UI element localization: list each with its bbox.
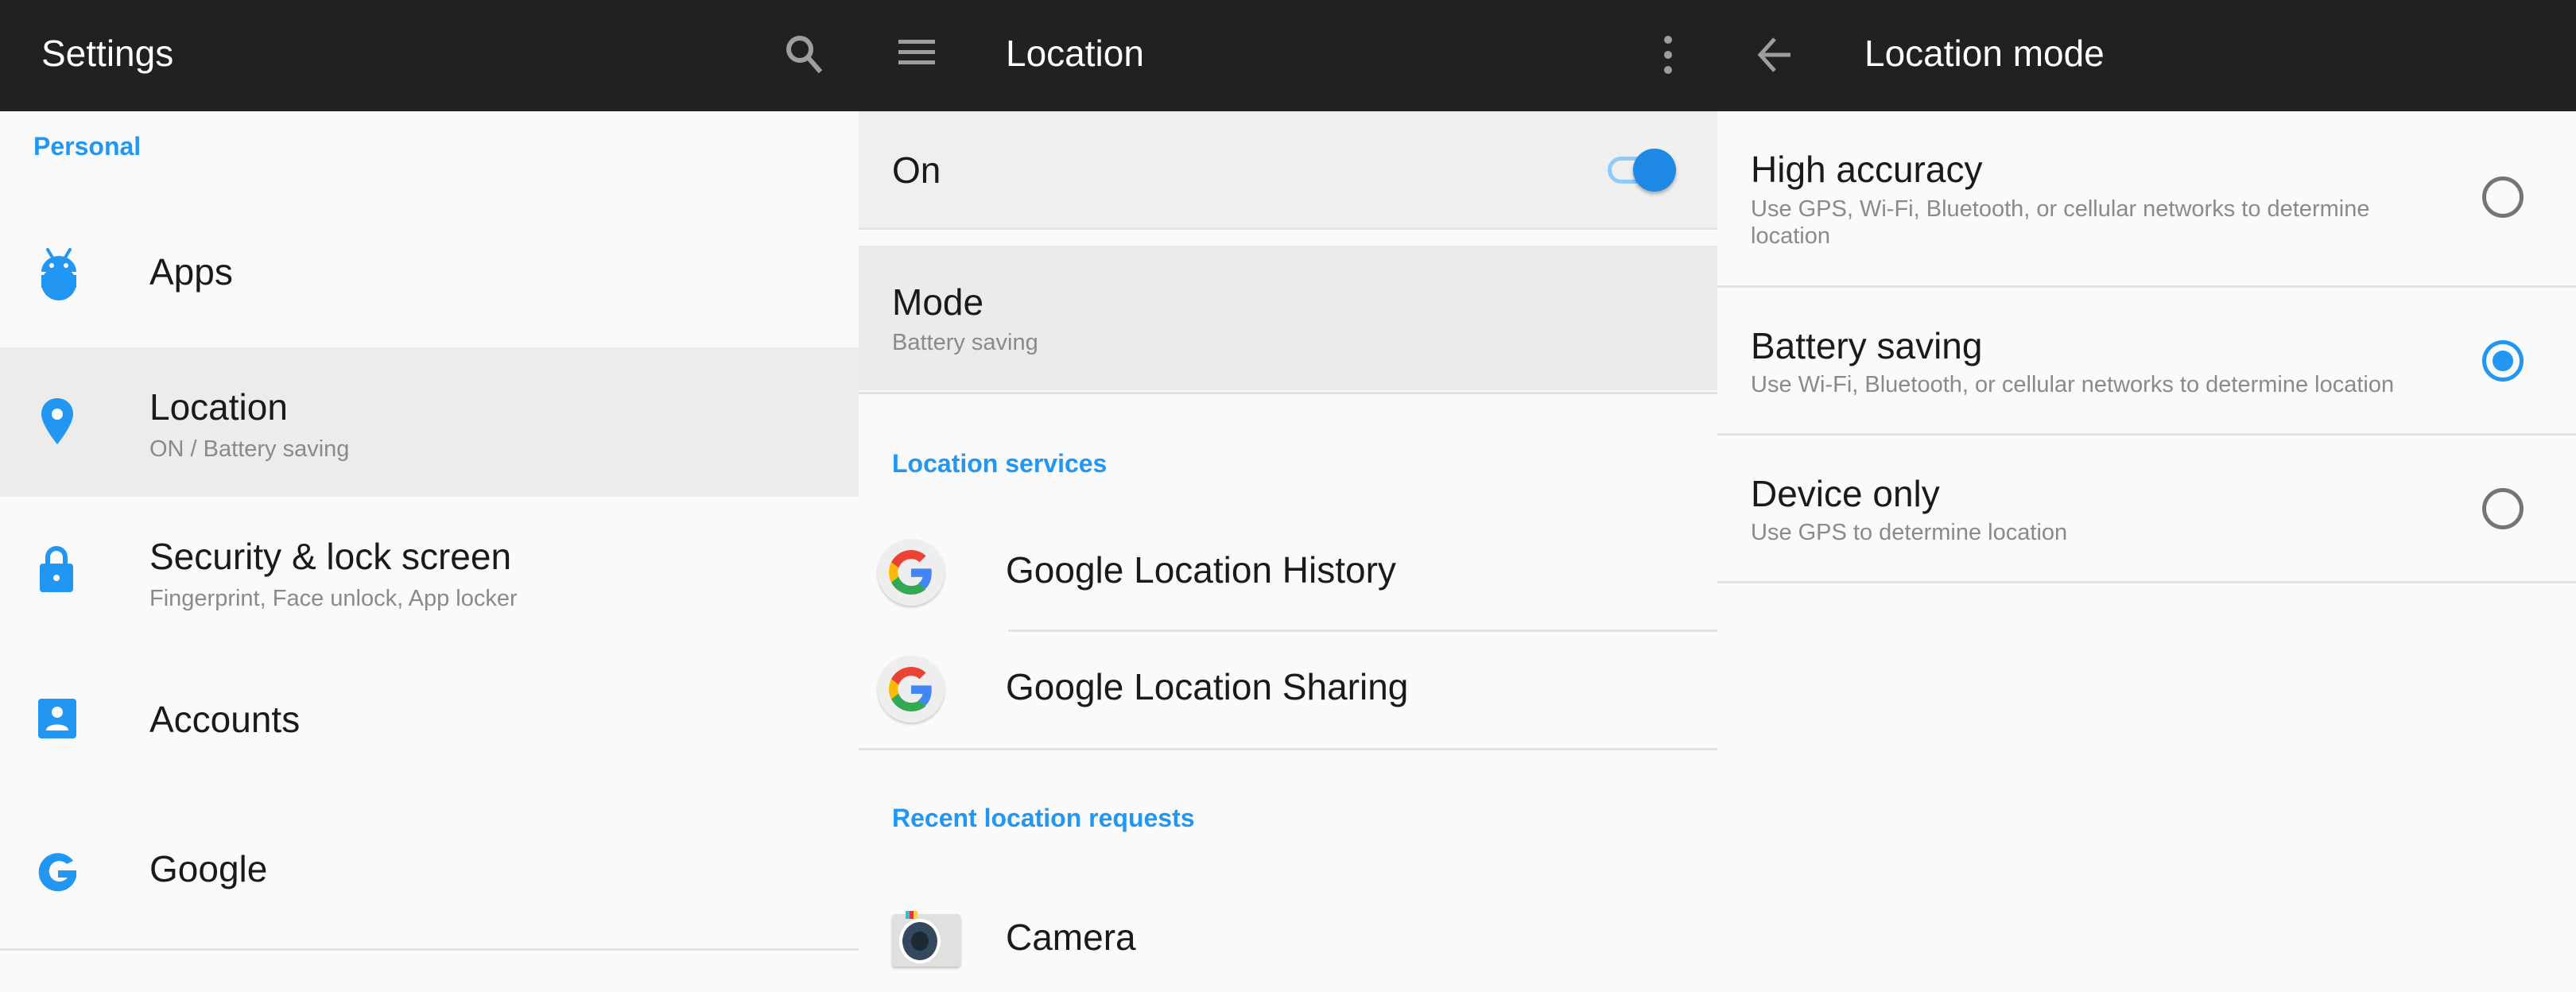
navigation-drawer-button[interactable] [897,37,937,68]
settings-item-label: Security & lock screen [149,536,512,577]
android-icon [41,248,76,300]
location-master-switch-row[interactable]: On [859,111,1717,227]
location-app-bar: Location [859,0,1717,111]
location-toggle-switch[interactable] [1606,145,1679,193]
divider [1717,581,2576,583]
radio-device-only[interactable] [2482,488,2524,529]
mode-option-description: Use GPS, Wi-Fi, Bluetooth, or cellular n… [1751,196,2370,249]
location-mode-screen: Location mode High accuracy Use GPS, Wi-… [1717,0,2576,992]
location-pin-icon [41,398,73,444]
page-title: Location [1006,33,1144,74]
mode-option-label: Device only [1751,473,1940,514]
settings-item-label: Apps [149,251,233,293]
divider [859,227,1717,230]
hamburger-menu-icon [898,40,935,64]
settings-screen: Settings Personal Apps Location ON / Bat… [0,0,859,992]
recent-request-label: Camera [1006,916,1136,958]
mode-option-description: Use GPS to determine location [1751,520,2068,545]
switch-label: On [892,149,941,191]
google-icon [38,853,76,892]
settings-item-label: Google [149,848,268,889]
service-item-google-location-history[interactable]: Google Location History [859,515,1717,630]
search-icon [786,36,823,74]
settings-item-label: Location [149,386,288,428]
service-label: Google Location History [1006,549,1396,591]
mode-option-battery-saving[interactable]: Battery saving Use Wi-Fi, Bluetooth, or … [1717,288,2576,434]
settings-app-bar: Settings [0,0,859,111]
mode-option-description: Use Wi-Fi, Bluetooth, or cellular networ… [1751,372,2395,397]
location-mode-row[interactable]: Mode Battery saving [859,246,1717,390]
mode-option-device-only[interactable]: Device only Use GPS to determine locatio… [1717,436,2576,582]
settings-item-label: Accounts [149,699,301,740]
google-g-color-icon [878,656,945,723]
overflow-menu-button[interactable] [1656,32,1680,79]
settings-item-location[interactable]: Location ON / Battery saving [0,347,859,497]
switch-thumb [1633,149,1676,192]
lock-icon [40,546,73,592]
settings-item-summary: ON / Battery saving [149,436,350,462]
settings-item-google[interactable]: Google [0,796,859,945]
mode-option-high-accuracy[interactable]: High accuracy Use GPS, Wi-Fi, Bluetooth,… [1717,111,2576,285]
back-button[interactable] [1755,35,1795,75]
mode-label: Mode [892,281,984,323]
location-screen: Location On Mode Battery saving Location… [859,0,1717,992]
divider [859,748,1717,750]
page-title: Settings [41,33,174,74]
arrow-back-icon [1757,37,1790,72]
divider [0,948,859,951]
settings-item-security[interactable]: Security & lock screen Fingerprint, Face… [0,497,859,646]
mode-value: Battery saving [892,330,1038,355]
mode-option-label: Battery saving [1751,325,1983,366]
settings-item-summary: Fingerprint, Face unlock, App locker [149,586,518,611]
service-label: Google Location Sharing [1006,666,1409,707]
divider [859,392,1717,394]
search-button[interactable] [781,30,828,78]
section-header-location-services: Location services [892,449,1108,478]
mode-option-label: High accuracy [1751,149,1983,190]
location-mode-app-bar: Location mode [1717,0,2576,111]
radio-battery-saving[interactable] [2482,340,2524,382]
recent-request-item-camera[interactable]: Camera [859,882,1717,992]
service-item-google-location-sharing[interactable]: Google Location Sharing [859,632,1717,750]
settings-item-accounts[interactable]: Accounts [0,646,859,796]
more-vert-icon [1664,36,1672,74]
page-title: Location mode [1864,33,2105,74]
section-header-personal: Personal [33,132,142,161]
google-g-color-icon [878,539,945,606]
camera-app-icon [892,911,960,967]
settings-item-apps[interactable]: Apps [0,199,859,348]
radio-high-accuracy[interactable] [2482,176,2524,218]
account-icon [38,699,76,738]
section-header-recent-requests: Recent location requests [892,804,1195,832]
